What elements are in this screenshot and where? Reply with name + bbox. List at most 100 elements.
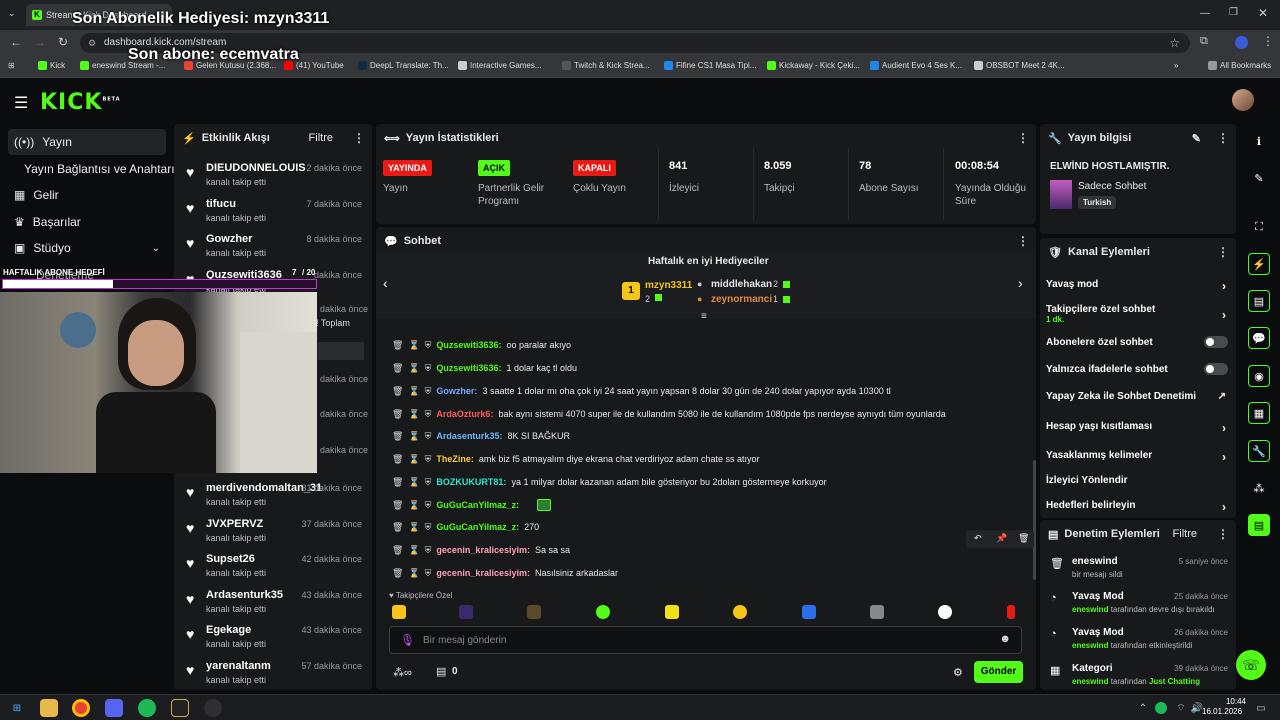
trash-icon[interactable]: 🗑 [392, 340, 403, 351]
ban-shield-icon[interactable]: ⛨ [425, 568, 432, 579]
emote-icon[interactable] [527, 605, 541, 619]
maximize-icon[interactable]: ❐ [1229, 7, 1238, 18]
emote-icon[interactable] [802, 605, 816, 619]
trash-icon[interactable]: 🗑 [392, 363, 403, 374]
bolt-icon[interactable]: ⚡ [1248, 253, 1270, 275]
forward-icon[interactable]: → [34, 35, 46, 49]
gifter-2-name[interactable]: middlehakan [711, 279, 772, 290]
file-explorer-icon[interactable] [40, 699, 58, 717]
chat-settings-icon[interactable]: ⚙ [953, 666, 963, 679]
nav-item-stream-key[interactable]: Yayın Bağlantısı ve Anahtarı [8, 156, 175, 182]
obs-icon[interactable] [204, 699, 222, 717]
chrome-icon[interactable] [72, 699, 90, 717]
edit-pencil-icon[interactable]: ✎ [1192, 132, 1201, 145]
trash-icon[interactable]: 🗑 [392, 431, 403, 442]
bookmark-star-icon[interactable]: ☆ [1169, 33, 1180, 53]
hamburger-menu-icon[interactable]: ☰ [14, 93, 28, 113]
chat-username[interactable]: TheZine: [436, 454, 474, 464]
reply-icon[interactable]: ↶ [974, 533, 982, 544]
app-icon[interactable] [171, 699, 189, 717]
bookmark-deepl[interactable]: DeepL Translate: Th... [358, 61, 449, 70]
gifters-prev-icon[interactable]: ‹ [383, 275, 388, 291]
trash-icon[interactable]: 🗑 [1018, 533, 1029, 544]
spotify-icon[interactable] [138, 699, 156, 717]
subs-chat-toggle[interactable] [1204, 336, 1228, 348]
trash-icon[interactable]: 🗑 [392, 454, 403, 465]
emote-icon[interactable] [665, 605, 679, 619]
nav-item-yayin[interactable]: ((•)) Yayın [8, 129, 166, 155]
emote-icon[interactable] [938, 605, 952, 619]
ban-shield-icon[interactable]: ⛨ [425, 363, 432, 374]
ban-shield-icon[interactable]: ⛨ [425, 454, 432, 465]
trash-icon[interactable]: 🗑 [392, 545, 403, 556]
timeout-icon[interactable]: ⌛ [408, 568, 419, 579]
channel-actions-menu-icon[interactable]: ⋮ [1217, 245, 1229, 259]
close-window-icon[interactable]: ✕ [1258, 6, 1268, 20]
broadcast-icon[interactable]: ◉ [1248, 365, 1270, 387]
notification-icon[interactable]: ▭ [1252, 699, 1270, 717]
nav-item-studyo[interactable]: ▣ Stüdyo ⌄ [8, 235, 166, 261]
trash-icon[interactable]: 🗑 [392, 500, 403, 511]
bookmark-kick[interactable]: Kick [38, 61, 65, 70]
emote-icon[interactable] [459, 605, 473, 619]
mod-menu-icon[interactable]: ⋮ [1217, 527, 1229, 541]
emote-chat-toggle[interactable] [1204, 363, 1228, 375]
tray-chevron-icon[interactable]: ⌃ [1134, 699, 1152, 717]
collapse-banner-icon[interactable]: ≡ [701, 311, 707, 322]
chat-username[interactable]: GuGuCanYilmaz_z: [436, 500, 519, 510]
bookmark-twitch-kick[interactable]: Twitch & Kick Strea... [562, 61, 650, 70]
discord-icon[interactable] [105, 699, 123, 717]
mod-filter-button[interactable]: Filtre [1173, 528, 1197, 540]
help-chat-button[interactable]: ☏ [1236, 650, 1266, 680]
timeout-icon[interactable]: ⌛ [408, 409, 419, 420]
category-thumbnail[interactable] [1050, 180, 1072, 209]
channel-points-icon[interactable]: ⁂∞ [393, 666, 412, 679]
store-icon[interactable]: ▦ [1248, 402, 1270, 424]
banned-words-row[interactable]: Yasaklanmış kelimeler › [1046, 450, 1226, 464]
gifter-3-name[interactable]: zeynormanci [711, 294, 772, 305]
chat-username[interactable]: Quzsewiti3636: [436, 363, 501, 373]
set-goals-row[interactable]: Hedefleri belirleyin › [1046, 500, 1226, 514]
chat-menu-icon[interactable]: ⋮ [1017, 234, 1029, 248]
stats-menu-icon[interactable]: ⋮ [1017, 131, 1029, 145]
activity-filter-button[interactable]: Filtre [309, 132, 333, 144]
info-icon[interactable]: ℹ [1248, 130, 1270, 152]
chat-username[interactable]: Ardasenturk35: [436, 431, 502, 441]
send-button[interactable]: Gönder [974, 661, 1023, 683]
chat-username[interactable]: ArdaOzturk6: [436, 409, 493, 419]
store-icon[interactable]: ▤ [436, 665, 446, 678]
timeout-icon[interactable]: ⌛ [408, 477, 419, 488]
reload-icon[interactable]: ↻ [58, 35, 68, 49]
bookmark-audient[interactable]: Audient Evo 4 Ses K... [870, 61, 962, 70]
gifters-next-icon[interactable]: › [1018, 275, 1023, 291]
kick-logo[interactable]: KICKBETA [40, 90, 121, 115]
windows-start-icon[interactable]: ⊞ [8, 699, 26, 717]
clock-date[interactable]: 16.01.2026 [1202, 707, 1242, 716]
ban-shield-icon[interactable]: ⛨ [425, 386, 432, 397]
emote-icon[interactable] [596, 605, 610, 619]
raid-row[interactable]: İzleyici Yönlendir [1046, 475, 1226, 489]
timeout-icon[interactable]: ⌛ [408, 386, 419, 397]
site-info-icon[interactable]: ⚙ [88, 33, 96, 53]
chat-username[interactable]: gecenin_kralicesiyim: [436, 568, 530, 578]
timeout-icon[interactable]: ⌛ [408, 340, 419, 351]
chat-scrollbar[interactable] [1033, 460, 1036, 580]
apps-icon[interactable]: ⊞ [8, 61, 15, 70]
activity-menu-icon[interactable]: ⋮ [353, 131, 365, 145]
account-age-row[interactable]: Hesap yaşı kısıtlaması › [1046, 421, 1226, 435]
tray-spotify-icon[interactable] [1155, 702, 1167, 714]
more-bookmarks-icon[interactable]: » [1174, 61, 1178, 70]
chat-username[interactable]: Gowzher: [436, 386, 477, 396]
pin-icon[interactable]: 📌 [996, 533, 1007, 544]
ban-shield-icon[interactable]: ⛨ [425, 500, 432, 511]
info-menu-icon[interactable]: ⋮ [1217, 131, 1229, 145]
extensions-icon[interactable]: ⧉ [1200, 35, 1208, 48]
bookmark-fifine[interactable]: Fifine CS1 Masa Tipi... [664, 61, 756, 70]
ban-shield-icon[interactable]: ⛨ [425, 340, 432, 351]
chat-username[interactable]: Quzsewiti3636: [436, 340, 501, 350]
bookmark-obsbot[interactable]: OBSBOT Meet 2 4K... [974, 61, 1065, 70]
user-avatar[interactable] [1232, 89, 1254, 111]
timeout-icon[interactable]: ⌛ [408, 522, 419, 533]
emoji-picker-icon[interactable]: ☻ [999, 633, 1011, 645]
emote-icon[interactable] [870, 605, 884, 619]
